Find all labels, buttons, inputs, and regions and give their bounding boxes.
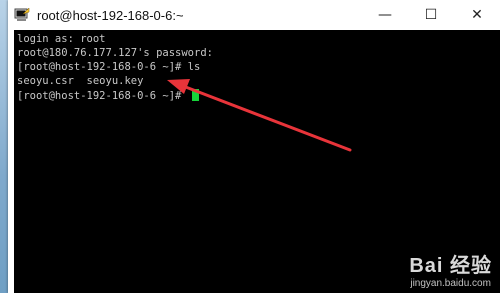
terminal-line: root@180.76.177.127's password: [17, 47, 213, 59]
terminal-cursor [191, 89, 199, 101]
putty-terminal-icon[interactable] [14, 7, 30, 23]
terminal-line: seoyu.csr seoyu.key [17, 75, 144, 87]
terminal-line: [root@host-192-168-0-6 ~]# ls [17, 61, 201, 73]
terminal-prompt: [root@host-192-168-0-6 ~]# [17, 90, 188, 102]
terminal-prompt-line: [root@host-192-168-0-6 ~]# [17, 89, 199, 103]
watermark-logo: Bai 经验 [409, 255, 492, 277]
baidu-watermark: Bai 经验 jingyan.baidu.com [409, 249, 492, 289]
maximize-button[interactable]: ☐ [408, 0, 454, 30]
terminal-line: login as: root [17, 33, 106, 45]
window-title: root@host-192-168-0-6:~ [37, 7, 184, 23]
minimize-button[interactable]: — [362, 0, 408, 30]
title-bar[interactable]: root@host-192-168-0-6:~ — ☐ ✕ [8, 0, 500, 30]
close-button[interactable]: ✕ [454, 0, 500, 30]
watermark-url: jingyan.baidu.com [410, 278, 491, 289]
